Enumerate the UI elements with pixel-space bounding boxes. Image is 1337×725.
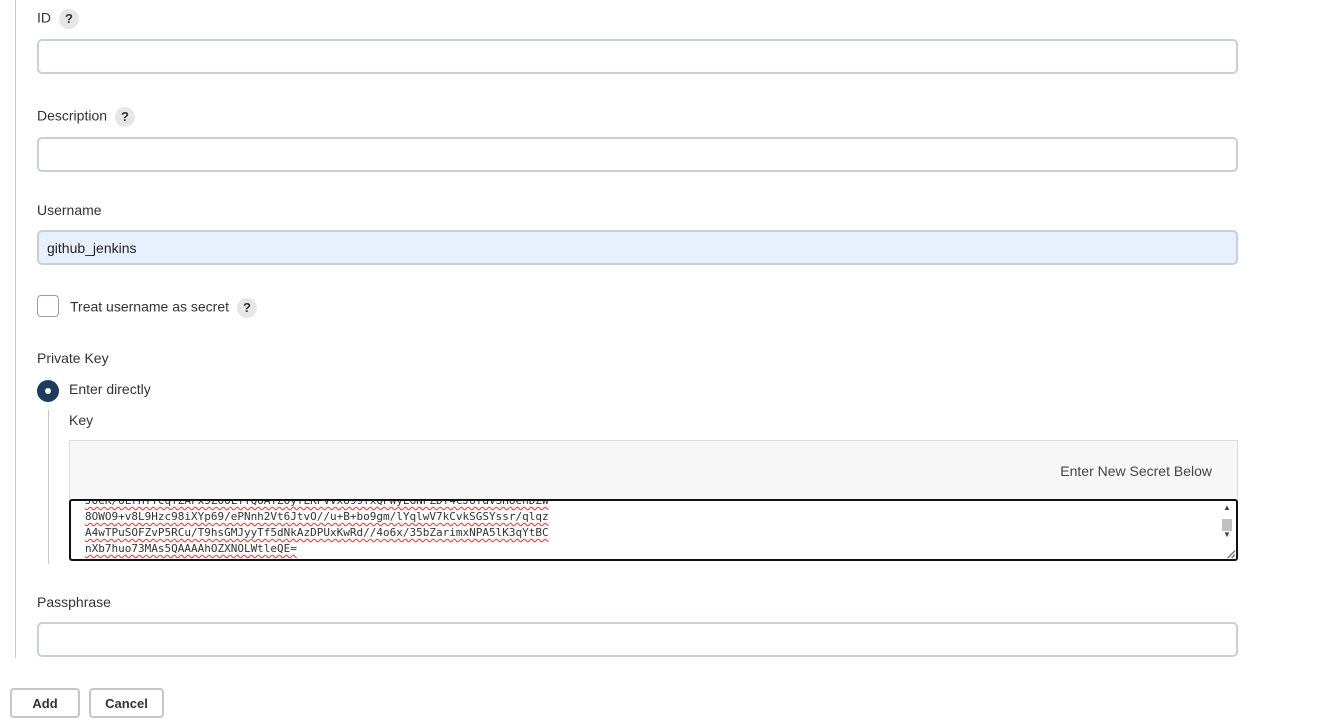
scroll-down-icon[interactable]: ▼	[1223, 530, 1231, 539]
enter-new-secret-label: Enter New Secret Below	[1060, 463, 1212, 479]
key-label: Key	[69, 412, 94, 428]
treat-username-secret-checkbox[interactable]	[37, 295, 59, 317]
treat-secret-help-icon[interactable]: ?	[237, 298, 257, 318]
description-label: Description	[37, 107, 108, 124]
enter-directly-radio[interactable]	[37, 380, 59, 402]
key-line: 8OWO9+v8L9Hzc98iXYp69/ePNnh2Vt6JtvO//u+B…	[85, 510, 549, 523]
key-line: A4wTPuSOFZvP5RCu/T9hsGMJyyTf5dNkAzDPUxKw…	[85, 526, 549, 539]
passphrase-input[interactable]	[37, 622, 1238, 657]
id-label-row: ID?	[37, 9, 79, 29]
key-line: nXb7huo73MAs5QAAAAhOZXNOLWtleQE=	[85, 542, 297, 555]
scroll-up-icon[interactable]: ▲	[1223, 503, 1231, 512]
id-input[interactable]	[37, 39, 1238, 74]
username-label: Username	[37, 202, 102, 218]
username-input[interactable]	[37, 230, 1238, 265]
passphrase-label: Passphrase	[37, 594, 111, 610]
resize-handle-icon[interactable]	[1227, 550, 1235, 558]
description-help-icon[interactable]: ?	[115, 107, 136, 127]
description-label-row: Description?	[37, 107, 136, 127]
private-key-label: Private Key	[37, 350, 109, 366]
description-input[interactable]	[37, 137, 1238, 172]
secret-header: Enter New Secret Below	[69, 440, 1238, 500]
enter-directly-label: Enter directly	[69, 381, 151, 397]
key-section-rule	[48, 410, 49, 564]
id-label: ID	[37, 9, 51, 26]
key-textarea[interactable]: JOeK/oLrHYfcqfZAFx5ZOOLTTQOAYZOyfLKPVVx8…	[69, 499, 1238, 561]
treat-secret-label: Treat username as secret	[70, 298, 229, 315]
id-help-icon[interactable]: ?	[59, 9, 79, 29]
key-text: JOeK/oLrHYfcqfZAFx5ZOOLTTQOAYZOyfLKPVVx8…	[85, 499, 1205, 557]
add-button[interactable]: Add	[10, 688, 80, 718]
key-line: JOeK/oLrHYfcqfZAFx5ZOOLTTQOAYZOyfLKPVVx8…	[85, 499, 549, 507]
form-left-rule	[15, 0, 16, 658]
cancel-button[interactable]: Cancel	[89, 688, 164, 718]
treat-secret-label-row: Treat username as secret?	[70, 298, 257, 318]
